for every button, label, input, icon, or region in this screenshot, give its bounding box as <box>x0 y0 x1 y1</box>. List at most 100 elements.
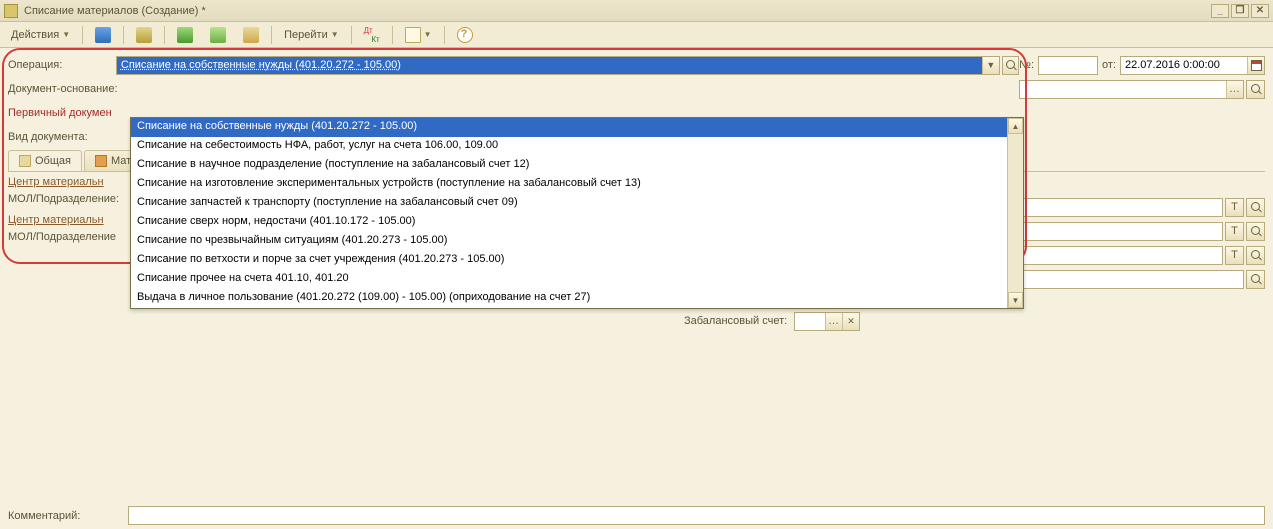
restore-button[interactable]: ❐ <box>1231 4 1249 18</box>
dropdown-item[interactable]: Списание в научное подразделение (поступ… <box>131 156 1023 175</box>
dropdown-item[interactable]: Списание на изготовление экспериментальн… <box>131 175 1023 194</box>
search-icon <box>1251 274 1261 284</box>
post2-icon <box>210 27 226 43</box>
help-icon <box>457 27 473 43</box>
row-operation: Операция: Списание на собственные нужды … <box>8 54 1265 76</box>
search-icon <box>1251 202 1261 212</box>
separator <box>82 26 83 44</box>
search-icon <box>1251 250 1261 260</box>
date-value: 22.07.2016 0:00:00 <box>1121 59 1247 71</box>
label-basis: Документ-основание: <box>8 83 128 95</box>
calendar-icon <box>1251 60 1262 71</box>
dropdown-item[interactable]: Списание сверх норм, недостачи (401.10.1… <box>131 213 1023 232</box>
offbalance-clear[interactable]: ✕ <box>842 313 859 330</box>
scroll-up-icon[interactable]: ▲ <box>1008 118 1023 134</box>
goto-label: Перейти <box>284 29 328 41</box>
minimize-button[interactable]: _ <box>1211 4 1229 18</box>
dropdown-item[interactable]: Списание по чрезвычайным ситуациям (401.… <box>131 232 1023 251</box>
separator <box>444 26 445 44</box>
row-basis: Документ-основание: … <box>8 78 1265 100</box>
window-title: Списание материалов (Создание) * <box>24 5 1209 17</box>
dropdown-item[interactable]: Выдача в личное пользование (401.20.272 … <box>131 289 1023 308</box>
dropdown-item[interactable]: Списание по ветхости и порче за счет учр… <box>131 251 1023 270</box>
scroll-track[interactable] <box>1008 134 1023 292</box>
chevron-down-icon: ▼ <box>424 30 432 39</box>
r2-lookup[interactable] <box>1246 198 1265 217</box>
label-doctype: Вид документа: <box>8 131 128 143</box>
separator <box>123 26 124 44</box>
post-icon <box>177 27 193 43</box>
footer: Комментарий: <box>8 506 1265 525</box>
basis-choose[interactable]: … <box>1226 81 1243 98</box>
dropdown-item[interactable]: Списание на собственные нужды (401.20.27… <box>131 118 1023 137</box>
number-field[interactable] <box>1038 56 1098 75</box>
separator <box>164 26 165 44</box>
label-offbalance: Забалансовый счет: <box>684 315 794 327</box>
post-button[interactable] <box>170 25 200 45</box>
tab-materials-icon <box>95 155 107 167</box>
refresh-icon <box>136 27 152 43</box>
help-button[interactable] <box>450 25 480 45</box>
field-offbalance[interactable]: … ✕ <box>794 312 860 331</box>
label-number: №: <box>1019 59 1034 71</box>
operation-select[interactable]: Списание на собственные нужды (401.20.27… <box>116 56 1000 75</box>
r4-lookup[interactable] <box>1246 246 1265 265</box>
dropdown-scrollbar[interactable]: ▲ ▼ <box>1007 118 1023 308</box>
close-button[interactable]: ✕ <box>1251 4 1269 18</box>
label-mol2: МОЛ/Подразделение <box>8 231 128 243</box>
report-icon <box>405 27 421 43</box>
stack-button[interactable] <box>236 25 266 45</box>
dropdown-toggle[interactable]: ▼ <box>982 57 999 74</box>
separator <box>392 26 393 44</box>
dropdown-item[interactable]: Списание прочее на счета 401.10, 401.20 <box>131 270 1023 289</box>
operation-value: Списание на собственные нужды (401.20.27… <box>117 59 982 71</box>
save-icon <box>95 27 111 43</box>
operation-dropdown: Списание на собственные нужды (401.20.27… <box>130 117 1024 309</box>
date-field[interactable]: 22.07.2016 0:00:00 <box>1120 56 1265 75</box>
save-button[interactable] <box>88 25 118 45</box>
offbalance-choose[interactable]: … <box>825 313 842 330</box>
tab-general-icon <box>19 155 31 167</box>
stack-icon <box>243 27 259 43</box>
r3-t[interactable]: T <box>1225 222 1244 241</box>
tab-general[interactable]: Общая <box>8 150 82 171</box>
label-comment: Комментарий: <box>8 510 128 522</box>
toolbar: Действия ▼ Перейти ▼ ▼ <box>0 22 1273 48</box>
scroll-down-icon[interactable]: ▼ <box>1008 292 1023 308</box>
operation-lookup[interactable] <box>1002 56 1019 75</box>
r3-lookup[interactable] <box>1246 222 1265 241</box>
chevron-down-icon: ▼ <box>62 30 70 39</box>
titlebar: Списание материалов (Создание) * _ ❐ ✕ <box>0 0 1273 22</box>
window-icon <box>4 4 18 18</box>
comment-field[interactable] <box>128 506 1265 525</box>
separator <box>351 26 352 44</box>
row-offbalance: Забалансовый счет: … ✕ <box>684 310 1265 332</box>
basis-lookup[interactable] <box>1246 80 1265 99</box>
goto-menu[interactable]: Перейти ▼ <box>277 25 346 45</box>
chevron-down-icon: ▼ <box>331 30 339 39</box>
tab-general-label: Общая <box>35 155 71 167</box>
search-icon <box>1251 84 1261 94</box>
form-area: Операция: Списание на собственные нужды … <box>0 48 1273 334</box>
label-mol1: МОЛ/Подразделение: <box>8 193 128 205</box>
label-primary: Первичный докумен <box>8 107 128 119</box>
r2-t[interactable]: T <box>1225 198 1244 217</box>
dtkt-icon <box>364 27 380 43</box>
label-operation: Операция: <box>8 59 116 71</box>
calendar-button[interactable] <box>1247 57 1264 74</box>
actions-menu[interactable]: Действия ▼ <box>4 25 77 45</box>
search-icon <box>1006 60 1016 70</box>
r4-t[interactable]: T <box>1225 246 1244 265</box>
label-from: от: <box>1102 59 1116 71</box>
dropdown-item[interactable]: Списание на себестоимость НФА, работ, ус… <box>131 137 1023 156</box>
post2-button[interactable] <box>203 25 233 45</box>
dropdown-item[interactable]: Списание запчастей к транспорту (поступл… <box>131 194 1023 213</box>
actions-label: Действия <box>11 29 59 41</box>
dtkt-button[interactable] <box>357 25 387 45</box>
report-button[interactable]: ▼ <box>398 25 439 45</box>
search-icon <box>1251 226 1261 236</box>
separator <box>271 26 272 44</box>
basis-field[interactable]: … <box>1019 80 1244 99</box>
refresh-button[interactable] <box>129 25 159 45</box>
expense-lookup[interactable] <box>1246 270 1265 289</box>
